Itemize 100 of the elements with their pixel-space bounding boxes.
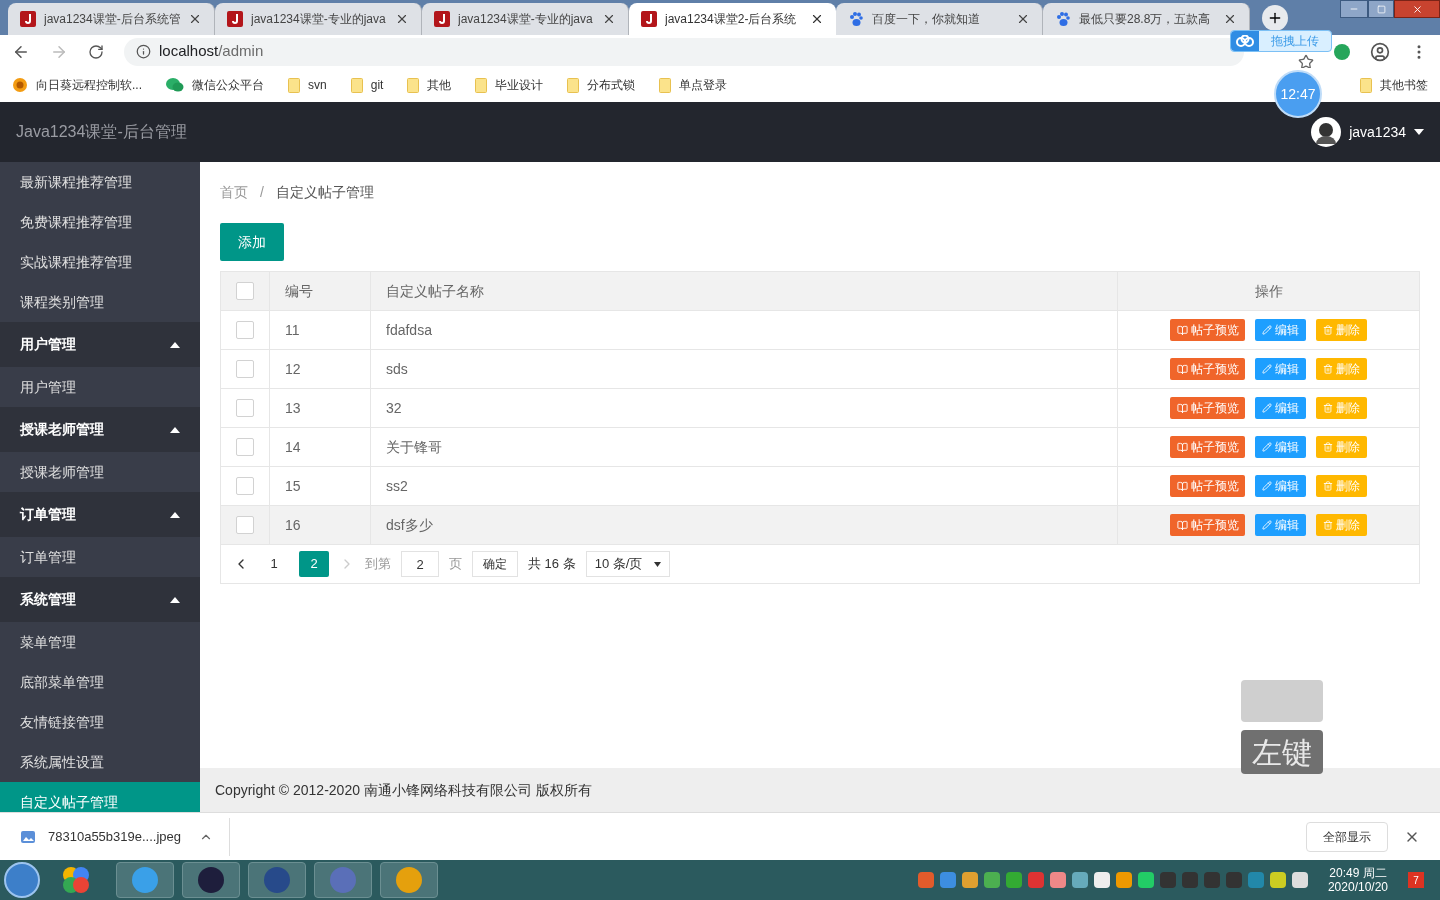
pencil-icon bbox=[1262, 520, 1272, 530]
checkbox[interactable] bbox=[236, 360, 254, 378]
book-icon bbox=[1176, 519, 1188, 531]
address-field[interactable]: localhost/admin bbox=[124, 37, 1244, 66]
close-window-button[interactable] bbox=[1394, 0, 1440, 18]
taskbar-app-button[interactable] bbox=[248, 862, 306, 898]
reload-icon[interactable] bbox=[88, 43, 104, 60]
clock[interactable]: 20:49 周二 2020/10/20 bbox=[1315, 866, 1400, 894]
table-cell-text: 16 bbox=[285, 515, 301, 535]
trash-icon bbox=[1323, 520, 1333, 530]
tray-icon[interactable] bbox=[1137, 872, 1154, 888]
column-header: 编号 bbox=[285, 281, 313, 301]
key-indicator: 左键 bbox=[1241, 730, 1323, 774]
add-button[interactable]: 添加 bbox=[220, 223, 284, 261]
sidebar-group[interactable]: 系统管理 bbox=[0, 577, 200, 622]
checkbox[interactable] bbox=[236, 438, 254, 456]
bookmark[interactable]: 其他书签 bbox=[1360, 76, 1428, 94]
browser-tab[interactable]: 百度一下，你就知道 bbox=[836, 3, 1043, 35]
app-icon[interactable] bbox=[60, 864, 92, 896]
caret-icon bbox=[1414, 129, 1424, 135]
upload-label: 拖拽上传 bbox=[1270, 33, 1320, 50]
page-input[interactable]: 2 bbox=[401, 551, 439, 577]
browser-tab[interactable]: 最低只要28.8万，五款高 bbox=[1043, 3, 1250, 35]
table-cell-text: 32 bbox=[386, 398, 402, 418]
checkbox[interactable] bbox=[236, 399, 254, 417]
close-icon bbox=[1411, 3, 1423, 15]
bookmark[interactable]: 微信公众平台 bbox=[166, 76, 264, 94]
bookmark[interactable]: 分布式锁 bbox=[567, 76, 636, 94]
user-menu[interactable]: java1234 bbox=[1311, 117, 1424, 147]
footer: Copyright © 2012-2020 南通小锋网络科技有限公司 版权所有 bbox=[200, 768, 1440, 812]
browser-tab[interactable]: java1234课堂-专业的java bbox=[215, 3, 422, 35]
checkbox[interactable] bbox=[236, 477, 254, 495]
start-button[interactable] bbox=[4, 862, 40, 898]
sunflower-icon bbox=[12, 77, 28, 93]
notification-badge[interactable]: 7 bbox=[1408, 872, 1424, 888]
page-number[interactable]: 2 bbox=[299, 551, 329, 577]
checkbox[interactable] bbox=[236, 321, 254, 339]
pencil-icon bbox=[1262, 325, 1272, 335]
browser-tab[interactable]: java1234课堂-后台系统管 bbox=[8, 3, 215, 35]
bookmark[interactable]: git bbox=[350, 76, 384, 94]
checkbox[interactable] bbox=[236, 516, 254, 534]
table-cell-text: sds bbox=[386, 359, 408, 379]
profile-icon[interactable] bbox=[1370, 41, 1390, 62]
sidebar-group[interactable]: 订单管理 bbox=[0, 492, 200, 537]
browser-tab[interactable]: java1234课堂-专业的java bbox=[422, 3, 629, 35]
close-icon[interactable] bbox=[1223, 12, 1237, 26]
total-count: 共 16 条 bbox=[528, 555, 576, 574]
taskbar-app-button[interactable] bbox=[182, 862, 240, 898]
trash-icon bbox=[1323, 403, 1333, 413]
tray-icon[interactable] bbox=[1291, 872, 1308, 888]
table-cell-text: 13 bbox=[285, 398, 301, 418]
browser-tab[interactable]: java1234课堂2-后台系统 bbox=[629, 3, 836, 35]
bookmark[interactable]: 其他 bbox=[407, 76, 452, 94]
tray-icon[interactable] bbox=[1269, 872, 1286, 888]
download-item[interactable]: 78310a55b319e....jpeg bbox=[20, 817, 230, 856]
close-icon[interactable] bbox=[395, 12, 409, 26]
book-icon bbox=[1176, 363, 1188, 375]
new-tab-button[interactable] bbox=[1262, 5, 1288, 31]
sidebar-group[interactable]: 用户管理 bbox=[0, 322, 200, 367]
goto-label: 到第 bbox=[365, 555, 391, 574]
bookmark[interactable]: 毕业设计 bbox=[475, 76, 544, 94]
page-unit: 页 bbox=[449, 555, 462, 574]
java-logo-icon bbox=[641, 11, 657, 27]
table-cell-text: dsf多少 bbox=[386, 515, 433, 535]
table-cell-text: 关于锋哥 bbox=[386, 437, 442, 457]
sidebar-group[interactable]: 授课老师管理 bbox=[0, 407, 200, 452]
taskbar-app-button[interactable] bbox=[380, 862, 438, 898]
minimize-button[interactable] bbox=[1340, 0, 1368, 18]
sidebar-item[interactable]: 自定义帖子管理 bbox=[0, 782, 200, 812]
close-icon[interactable] bbox=[188, 12, 202, 26]
show-all-button[interactable]: 全部显示 bbox=[1306, 821, 1388, 852]
bookmark[interactable]: 单点登录 bbox=[659, 76, 728, 94]
folder-icon bbox=[1360, 77, 1372, 93]
close-icon[interactable] bbox=[1016, 12, 1030, 26]
tray-icon[interactable] bbox=[983, 872, 1000, 888]
info-icon[interactable] bbox=[136, 44, 151, 59]
checkbox[interactable] bbox=[236, 282, 254, 300]
tray-icon[interactable] bbox=[961, 872, 978, 888]
tray-icon[interactable] bbox=[1115, 872, 1132, 888]
close-icon[interactable] bbox=[810, 12, 824, 26]
star-icon[interactable] bbox=[1298, 53, 1314, 70]
tray-icon[interactable] bbox=[1071, 872, 1088, 888]
java-logo-icon bbox=[227, 11, 243, 27]
tab-title: java1234课堂-专业的java bbox=[251, 11, 387, 28]
bookmark[interactable]: 向日葵远程控制软... bbox=[12, 76, 142, 94]
page-number[interactable]: 1 bbox=[259, 551, 289, 577]
tray-icon[interactable] bbox=[1093, 872, 1110, 888]
trash-icon bbox=[1323, 364, 1333, 374]
bookmark[interactable]: svn bbox=[288, 76, 327, 94]
paw-icon bbox=[1055, 11, 1071, 27]
maximize-icon bbox=[1376, 4, 1386, 14]
folder-icon bbox=[407, 77, 420, 93]
maximize-button[interactable] bbox=[1368, 0, 1394, 18]
page-size-select[interactable]: 10 条/页 bbox=[585, 551, 671, 577]
confirm-button[interactable]: 确定 bbox=[472, 551, 518, 577]
extension-icon[interactable] bbox=[1334, 43, 1350, 60]
close-icon[interactable] bbox=[602, 12, 616, 26]
tray-icon[interactable] bbox=[1049, 872, 1066, 888]
image-file-icon bbox=[20, 828, 36, 845]
breadcrumb-separator: / bbox=[260, 183, 264, 202]
